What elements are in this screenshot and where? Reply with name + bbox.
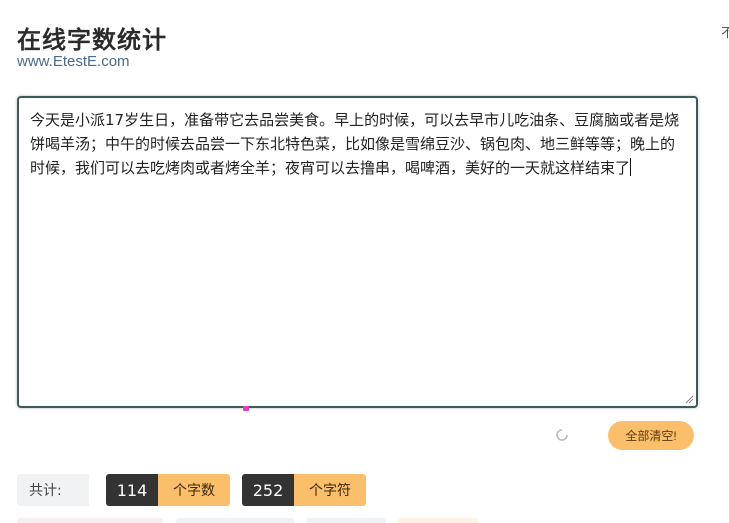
char-count: 114 xyxy=(106,474,158,506)
chip-4[interactable] xyxy=(398,518,478,523)
chip-2[interactable] xyxy=(176,518,294,523)
page: 在线字数统计 www.EtestE.com 不 今天是小派17岁生日，准备带它去… xyxy=(0,0,729,523)
symbol-count: 252 xyxy=(242,474,294,506)
clear-all-button[interactable]: 全部清空! xyxy=(608,421,694,450)
corner-menu-text[interactable]: 不 xyxy=(721,22,729,41)
char-count-unit: 个字数 xyxy=(158,474,230,506)
chip-3[interactable] xyxy=(306,518,386,523)
page-title: 在线字数统计 xyxy=(17,26,167,54)
bottom-chip-row xyxy=(0,518,729,523)
chip-1[interactable] xyxy=(17,518,163,523)
loading-spinner-icon xyxy=(556,429,568,441)
text-input-area[interactable]: 今天是小派17岁生日，准备带它去品尝美食。早上的时候，可以去早市儿吃油条、豆腐脑… xyxy=(17,96,698,408)
text-input-content[interactable]: 今天是小派17岁生日，准备带它去品尝美食。早上的时候，可以去早市儿吃油条、豆腐脑… xyxy=(30,108,688,180)
resize-grip-icon[interactable] xyxy=(684,394,694,404)
stats-bar: 共计: 114 个字数 252 个字符 xyxy=(17,474,366,506)
total-label: 共计: xyxy=(17,474,89,506)
site-url[interactable]: www.EtestE.com xyxy=(17,53,130,70)
symbol-count-unit: 个字符 xyxy=(294,474,366,506)
text-input-value: 今天是小派17岁生日，准备带它去品尝美食。早上的时候，可以去早市儿吃油条、豆腐脑… xyxy=(30,111,680,177)
drag-handle-icon[interactable] xyxy=(243,406,249,411)
text-caret xyxy=(630,158,632,176)
